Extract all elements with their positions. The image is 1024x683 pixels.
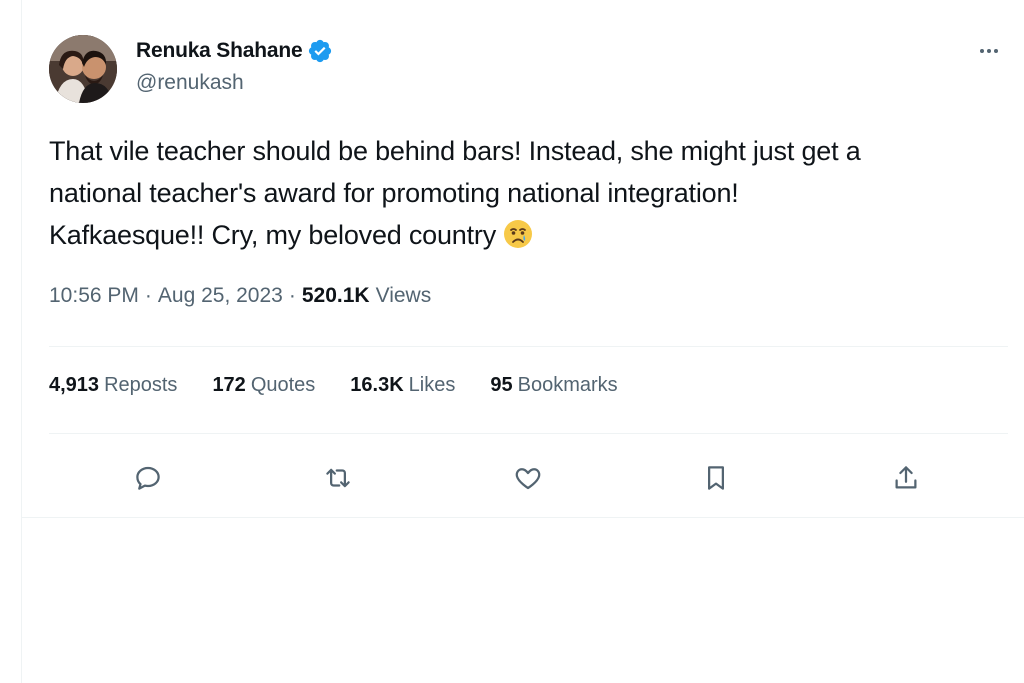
author-name-row[interactable]: Renuka Shahane: [136, 36, 333, 66]
crying-face-emoji-icon: [502, 218, 534, 262]
tweet-date[interactable]: Aug 25, 2023: [158, 284, 283, 308]
likes-label: Likes: [408, 374, 456, 396]
views-label[interactable]: Views: [376, 284, 432, 308]
likes-count: 16.3K: [350, 374, 404, 396]
reposts-label: Reposts: [104, 374, 178, 396]
tweet-card: Renuka Shahane @renukash That vile teach…: [22, 0, 1024, 518]
avatar[interactable]: [49, 35, 117, 103]
views-count[interactable]: 520.1K: [302, 284, 370, 308]
bookmarks-label: Bookmarks: [517, 374, 618, 396]
author-handle[interactable]: @renukash: [136, 71, 244, 95]
tweet-text: That vile teacher should be behind bars!…: [49, 130, 989, 262]
share-button[interactable]: [883, 455, 929, 501]
divider: [49, 433, 1008, 434]
meta-separator: ·: [144, 284, 152, 307]
share-icon: [895, 466, 917, 489]
likes-stat[interactable]: 16.3K Likes: [350, 374, 455, 397]
quotes-count: 172: [212, 374, 246, 396]
display-name[interactable]: Renuka Shahane: [136, 39, 303, 63]
bookmarks-stat[interactable]: 95 Bookmarks: [490, 374, 617, 397]
action-bar: [22, 455, 1024, 501]
bookmarks-count: 95: [490, 374, 513, 396]
bookmark-icon: [708, 466, 724, 490]
reposts-count: 4,913: [49, 374, 100, 396]
engagement-stats: 4,913 Reposts 172 Quotes 16.3K Likes 95 Book…: [49, 374, 653, 397]
tweet-time[interactable]: 10:56 PM: [49, 284, 139, 308]
tweet-meta: 10:56 PM · Aug 25, 2023 · 520.1K Views: [49, 284, 431, 308]
reposts-stat[interactable]: 4,913 Reposts: [49, 374, 177, 397]
like-icon: [515, 468, 541, 490]
reply-button[interactable]: [125, 455, 171, 501]
quotes-stat[interactable]: 172 Quotes: [212, 374, 315, 397]
tweet-body: That vile teacher should be behind bars!…: [49, 136, 861, 250]
like-button[interactable]: [505, 455, 551, 501]
bookmark-button[interactable]: [693, 455, 739, 501]
meta-separator: ·: [288, 284, 296, 307]
reply-icon: [136, 466, 160, 490]
quotes-label: Quotes: [250, 374, 316, 396]
repost-button[interactable]: [315, 455, 361, 501]
divider: [49, 346, 1008, 347]
repost-icon: [326, 468, 350, 488]
verified-badge-icon: [307, 38, 333, 64]
more-options-icon[interactable]: [974, 36, 1004, 66]
